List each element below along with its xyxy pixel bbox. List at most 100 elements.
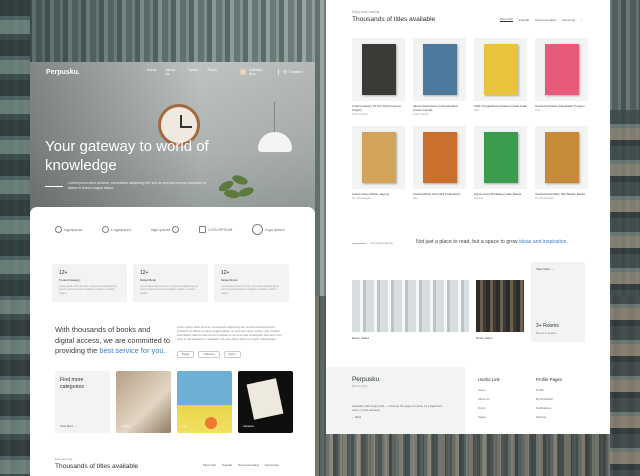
nav-link-home[interactable]: Home — [147, 68, 157, 76]
book-cover[interactable] — [413, 38, 466, 101]
book-title[interactable]: Aneka Cara Olahan Jagung — [352, 192, 405, 196]
back-link[interactable]: ← Back — [352, 416, 439, 419]
book-cover-image — [544, 132, 579, 183]
category-card-literature[interactable]: Literature — [238, 371, 293, 433]
book-card[interactable]: Aneka Pilihan Dari Dikit Pelamahan Sita — [413, 126, 466, 200]
top-navigation: Perpusku. Home About us Space Room Kathl… — [30, 62, 315, 82]
book-card[interactable]: Aneka Kerhiasan Rangkaian Tiringan Yuni — [535, 38, 588, 116]
room-video-image[interactable] — [476, 280, 524, 332]
logo-mark-icon — [55, 226, 62, 233]
donation-link[interactable]: Donation — [289, 70, 303, 74]
tag-chip[interactable]: Collection — [198, 351, 220, 358]
stat-number: 12+ — [140, 270, 149, 276]
section-title: Thousands of titles available — [352, 16, 436, 23]
tag-chip[interactable]: Room — [223, 351, 241, 358]
book-title[interactable]: 1001 Pengetahuan Modern Untuk Anak — [474, 104, 527, 108]
footer-description: Inspiration often begins with — I discov… — [352, 405, 442, 412]
book-author: Tim Pembangkit — [535, 197, 554, 200]
partner-logo-text: logo ipsum — [265, 227, 285, 232]
logo-mark-icon — [102, 226, 110, 233]
partner-logo: logo ipsum — [252, 224, 285, 235]
left-content-card: logoipsum Logoipsum logo ipsum LOGOIPSUM… — [30, 207, 315, 476]
book-title[interactable]: Agroforestry Budidaya Lidah Buaya — [474, 192, 527, 196]
book-cover[interactable] — [474, 126, 527, 189]
intro-statement: With thousands of books and digital acce… — [55, 325, 170, 357]
footer-heading: Profile Pages — [536, 377, 563, 382]
footer-link[interactable]: About Us — [478, 397, 500, 401]
footer-link[interactable]: Space — [478, 415, 500, 419]
tab-popular[interactable]: Popular — [222, 463, 232, 467]
footer-link[interactable]: Room — [478, 406, 500, 410]
book-cover[interactable] — [413, 126, 466, 189]
stats-row: 12+ Trusted Category Lorem ipsum dolor s… — [52, 264, 289, 302]
hero-headline: Your gateway to world of knowledge — [45, 138, 209, 174]
user-name[interactable]: Kathleen Arzo — [249, 68, 270, 76]
room-space-image[interactable] — [352, 280, 469, 332]
category-card-culinary[interactable]: Culinary — [116, 371, 171, 433]
book-card[interactable]: Aneka Cara Olahan Jagung Tim Pembangkit — [352, 126, 405, 200]
view-more-link[interactable]: View More → — [60, 424, 77, 428]
view-more-link[interactable]: View More → — [536, 267, 580, 271]
tab-popular[interactable]: Popular — [519, 18, 529, 22]
footer-link[interactable]: My Bookshelf — [536, 397, 562, 401]
tagline-highlight: ideas and inspiration. — [518, 239, 568, 245]
nav-link-space[interactable]: Space — [188, 68, 198, 76]
book-title[interactable]: Aneka Kerhiasan Rangkaian Tiringan — [535, 104, 588, 108]
stat-card: 12+ Variant Book Lorem ipsum dolor sit a… — [133, 264, 208, 302]
book-cover[interactable] — [535, 38, 588, 101]
book-cover[interactable] — [352, 38, 405, 101]
filter-tabs: Most Visit Popular Recommended Upcoming … — [203, 463, 280, 467]
tab-upcoming[interactable]: Upcoming — [562, 18, 576, 22]
footer-profile-pages: Profile Pages Profile My Bookshelf Notif… — [536, 377, 562, 424]
find-categories-card: Find more categories View More → — [55, 371, 110, 433]
book-card[interactable]: Aneka Kreasi Baru Dari Bahan Bekas Tim Pe… — [535, 126, 588, 200]
tagline-label: Innovative Space — [370, 241, 394, 245]
book-title[interactable]: A Short History Of The World (Agnes Knig… — [352, 104, 405, 112]
book-cover[interactable] — [535, 126, 588, 189]
bookshelf-right — [610, 110, 640, 476]
stat-number: 12+ — [221, 270, 230, 276]
tab-recommended[interactable]: Recommended — [238, 463, 258, 467]
book-cover-image — [544, 44, 579, 95]
book-title[interactable]: Alice's Adventures in Wonderland (Lewis … — [413, 104, 466, 112]
book-cover-image — [422, 132, 457, 183]
category-card-arts[interactable]: Arts — [177, 371, 232, 433]
chevron-right-icon[interactable]: › — [581, 18, 582, 22]
stat-label: Variant Room — [221, 278, 238, 282]
tag-chip[interactable]: Digital — [177, 351, 195, 358]
rooms-count: 3+ Rooms — [536, 323, 559, 329]
stat-description: Lorem ipsum dolor sit amet, consectetur … — [140, 285, 199, 295]
footer-link[interactable]: Home — [478, 388, 500, 392]
footer-link[interactable]: Notifications — [536, 406, 562, 410]
tab-upcoming[interactable]: Upcoming › — [265, 463, 280, 467]
book-image — [246, 378, 284, 420]
nav-link-room[interactable]: Room — [207, 68, 217, 76]
nav-link-about[interactable]: About us — [165, 68, 179, 76]
avatar[interactable] — [240, 69, 247, 75]
book-author: Yuni — [535, 109, 541, 112]
book-card[interactable]: Alice's Adventures in Wonderland (Lewis … — [413, 38, 466, 116]
book-card[interactable]: A Short History Of The World (Agnes Knig… — [352, 38, 405, 116]
partner-logo: LOGOIPSUM — [199, 226, 232, 233]
donation-icon: ◎ — [283, 69, 288, 75]
logo-mark-icon — [252, 224, 264, 235]
book-card[interactable]: Agroforestry Budidaya Lidah Buaya Agrotek — [474, 126, 527, 200]
nav-links: Home About us Space Room — [147, 68, 217, 76]
book-title[interactable]: Aneka Kreasi Baru Dari Bahan Bekas — [535, 192, 588, 196]
book-author: Sita — [474, 109, 479, 112]
book-card[interactable]: 1001 Pengetahuan Modern Untuk Anak Sita — [474, 38, 527, 116]
book-title[interactable]: Aneka Pilihan Dari Dikit Pelamahan — [413, 192, 466, 196]
book-cover[interactable] — [352, 126, 405, 189]
footer-link[interactable]: Settings — [536, 415, 562, 419]
section-eyebrow: Enjoy book reading — [352, 10, 380, 14]
logo-mark-icon — [199, 226, 207, 233]
intro-tags: Digital Collection Room — [177, 351, 241, 358]
brand-logo[interactable]: Perpusku. — [46, 69, 80, 76]
tab-most-visit[interactable]: Most Visit — [203, 463, 216, 467]
bookshelf-left — [0, 0, 30, 476]
tab-most-visit[interactable]: Most Visit — [500, 17, 513, 22]
book-cover-image — [361, 132, 396, 183]
footer-link[interactable]: Profile — [536, 388, 562, 392]
tab-recommended[interactable]: Recommended — [535, 18, 555, 22]
book-cover[interactable] — [474, 38, 527, 101]
